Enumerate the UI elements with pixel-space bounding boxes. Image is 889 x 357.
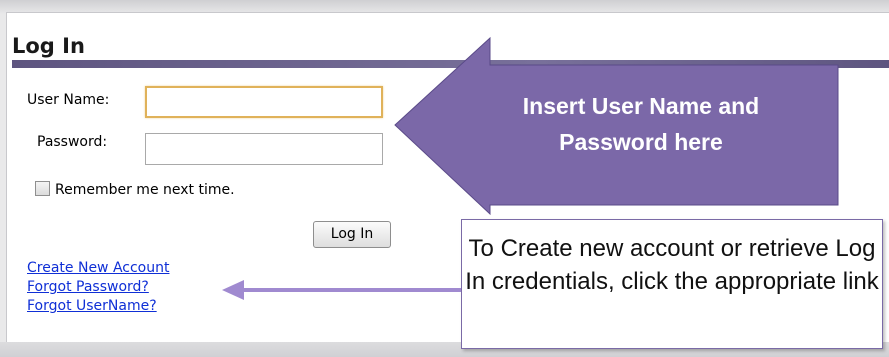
password-input[interactable] [145,133,383,165]
login-button[interactable]: Log In [313,221,391,248]
create-account-callout-text: To Create new account or retrieve Log In… [465,235,879,295]
insert-callout-line1: Insert User Name and [522,93,760,119]
password-label: Password: [37,134,108,150]
username-label: User Name: [27,92,110,108]
insert-callout-text: Insert User Name and Password here [474,88,808,166]
forgot-password-link[interactable]: Forgot Password? [27,279,149,295]
remember-label: Remember me next time. [55,182,235,198]
username-input[interactable] [145,86,383,118]
create-account-callout: To Create new account or retrieve Log In… [461,219,883,349]
remember-checkbox[interactable] [35,181,50,196]
links-arrow-head [222,280,244,300]
forgot-username-link[interactable]: Forgot UserName? [27,298,157,314]
create-account-link[interactable]: Create New Account [27,260,169,276]
insert-callout-line2: Password here [559,129,723,155]
